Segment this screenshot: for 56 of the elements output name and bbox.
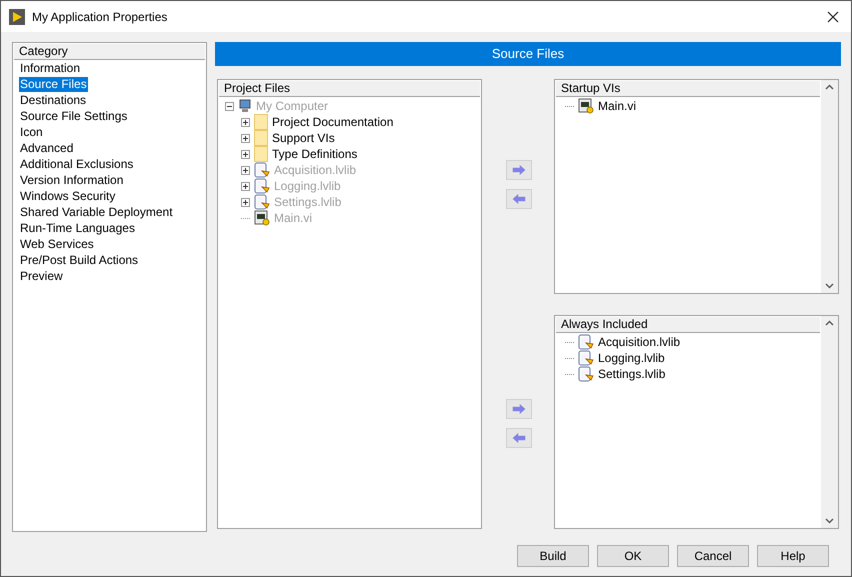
remove-button[interactable] xyxy=(506,189,532,209)
library-icon xyxy=(578,366,594,382)
dialog-button[interactable]: Build xyxy=(517,545,589,567)
column-header: Startup VIs xyxy=(556,81,820,97)
library-icon xyxy=(578,350,594,366)
category-item[interactable]: Information xyxy=(19,60,82,76)
add-button[interactable] xyxy=(506,160,532,180)
category-item[interactable]: Web Services xyxy=(19,236,95,252)
list-item[interactable]: Acquisition.lvlib xyxy=(598,333,680,351)
category-item[interactable]: Source File Settings xyxy=(19,108,128,124)
library-icon xyxy=(254,162,270,178)
scroll-up-icon[interactable] xyxy=(825,84,834,90)
category-item[interactable]: Destinations xyxy=(19,92,88,108)
category-item[interactable]: Source Files xyxy=(19,76,88,92)
right-arrow-icon xyxy=(512,404,526,414)
close-icon[interactable] xyxy=(827,10,839,22)
list-item[interactable]: Logging.lvlib xyxy=(598,349,665,367)
scroll-down-icon[interactable] xyxy=(825,283,834,289)
list-item[interactable]: Settings.lvlib xyxy=(598,365,666,383)
category-item[interactable]: Windows Security xyxy=(19,188,116,204)
library-icon xyxy=(578,334,594,350)
folder-icon xyxy=(254,114,268,130)
folder-icon xyxy=(254,130,268,146)
vi-file-icon xyxy=(578,98,594,114)
scrollbar[interactable] xyxy=(821,316,838,528)
category-item[interactable]: Preview xyxy=(19,268,64,284)
dialog-button[interactable]: Help xyxy=(757,545,829,567)
add-button[interactable] xyxy=(506,399,532,419)
window-title: My Application Properties xyxy=(32,8,168,26)
category-item[interactable]: Shared Variable Deployment xyxy=(19,204,174,220)
app-icon xyxy=(9,8,25,24)
computer-icon xyxy=(238,99,252,113)
column-header: Always Included xyxy=(556,317,820,333)
list-item[interactable]: Main.vi xyxy=(598,97,636,115)
category-item[interactable]: Advanced xyxy=(19,140,74,156)
library-icon xyxy=(254,178,270,194)
category-item[interactable]: Additional Exclusions xyxy=(19,156,134,172)
remove-button[interactable] xyxy=(506,428,532,448)
scroll-up-icon[interactable] xyxy=(825,320,834,326)
category-item[interactable]: Version Information xyxy=(19,172,124,188)
category-item[interactable]: Run-Time Languages xyxy=(19,220,136,236)
category-item[interactable]: Icon xyxy=(19,124,44,140)
scroll-down-icon[interactable] xyxy=(825,518,834,524)
category-item[interactable]: Pre/Post Build Actions xyxy=(19,252,140,268)
left-arrow-icon xyxy=(512,194,526,204)
column-header: Category xyxy=(14,44,205,60)
folder-icon xyxy=(254,146,268,162)
right-arrow-icon xyxy=(512,165,526,175)
left-arrow-icon xyxy=(512,433,526,443)
library-icon xyxy=(254,194,270,210)
vi-file-icon xyxy=(254,210,270,226)
page-title: Source Files xyxy=(215,42,841,66)
dialog-button[interactable]: OK xyxy=(597,545,669,567)
column-header: Project Files xyxy=(219,81,480,97)
dialog-button[interactable]: Cancel xyxy=(677,545,749,567)
scrollbar[interactable] xyxy=(821,80,838,293)
